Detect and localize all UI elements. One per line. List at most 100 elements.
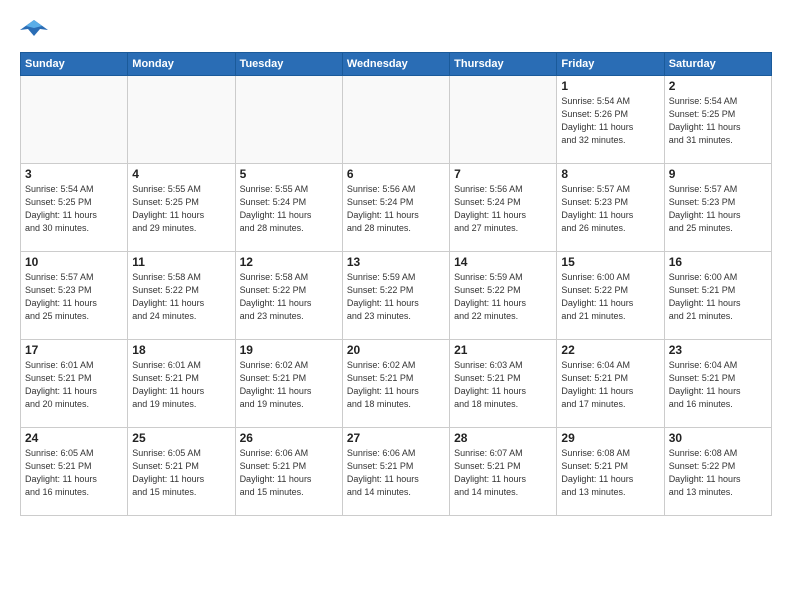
day-number: 7 bbox=[454, 167, 552, 181]
day-number: 2 bbox=[669, 79, 767, 93]
calendar-week-0: 1Sunrise: 5:54 AM Sunset: 5:26 PM Daylig… bbox=[21, 76, 772, 164]
calendar-week-1: 3Sunrise: 5:54 AM Sunset: 5:25 PM Daylig… bbox=[21, 164, 772, 252]
calendar-cell: 28 Sunrise: 6:07 AM Sunset: 5:21 PM Dayli… bbox=[450, 428, 557, 516]
day-number: 4 bbox=[132, 167, 230, 181]
header bbox=[20, 16, 772, 40]
calendar-cell: 14 Sunrise: 5:59 AM Sunset: 5:22 PM Dayli… bbox=[450, 252, 557, 340]
calendar-header-row: SundayMondayTuesdayWednesdayThursdayFrid… bbox=[21, 53, 772, 76]
calendar-cell bbox=[21, 76, 128, 164]
calendar-cell: 2 Sunrise: 5:54 AM Sunset: 5:25 PM Daylig… bbox=[664, 76, 771, 164]
header-day-saturday: Saturday bbox=[664, 53, 771, 76]
day-info: Sunrise: 6:02 AM Sunset: 5:21 PM Dayligh… bbox=[347, 359, 445, 411]
calendar-cell bbox=[128, 76, 235, 164]
day-info: Sunrise: 5:54 AM Sunset: 5:25 PM Dayligh… bbox=[25, 183, 123, 235]
calendar-week-3: 17 Sunrise: 6:01 AM Sunset: 5:21 PM Dayli… bbox=[21, 340, 772, 428]
calendar-cell: 30 Sunrise: 6:08 AM Sunset: 5:22 PM Dayli… bbox=[664, 428, 771, 516]
day-info: Sunrise: 6:04 AM Sunset: 5:21 PM Dayligh… bbox=[561, 359, 659, 411]
day-number: 8 bbox=[561, 167, 659, 181]
calendar-cell: 24 Sunrise: 6:05 AM Sunset: 5:21 PM Dayli… bbox=[21, 428, 128, 516]
calendar-cell: 13 Sunrise: 5:59 AM Sunset: 5:22 PM Dayli… bbox=[342, 252, 449, 340]
day-info: Sunrise: 5:57 AM Sunset: 5:23 PM Dayligh… bbox=[561, 183, 659, 235]
day-info: Sunrise: 6:08 AM Sunset: 5:22 PM Dayligh… bbox=[669, 447, 767, 499]
day-number: 20 bbox=[347, 343, 445, 357]
header-day-friday: Friday bbox=[557, 53, 664, 76]
day-info: Sunrise: 5:59 AM Sunset: 5:22 PM Dayligh… bbox=[454, 271, 552, 323]
day-info: Sunrise: 6:01 AM Sunset: 5:21 PM Dayligh… bbox=[132, 359, 230, 411]
day-info: Sunrise: 6:00 AM Sunset: 5:22 PM Dayligh… bbox=[561, 271, 659, 323]
calendar-cell: 8 Sunrise: 5:57 AM Sunset: 5:23 PM Daylig… bbox=[557, 164, 664, 252]
day-number: 5 bbox=[240, 167, 338, 181]
day-info: Sunrise: 6:04 AM Sunset: 5:21 PM Dayligh… bbox=[669, 359, 767, 411]
day-info: Sunrise: 5:56 AM Sunset: 5:24 PM Dayligh… bbox=[347, 183, 445, 235]
day-number: 30 bbox=[669, 431, 767, 445]
day-info: Sunrise: 5:59 AM Sunset: 5:22 PM Dayligh… bbox=[347, 271, 445, 323]
day-info: Sunrise: 5:55 AM Sunset: 5:25 PM Dayligh… bbox=[132, 183, 230, 235]
day-number: 27 bbox=[347, 431, 445, 445]
day-number: 17 bbox=[25, 343, 123, 357]
day-info: Sunrise: 5:56 AM Sunset: 5:24 PM Dayligh… bbox=[454, 183, 552, 235]
day-info: Sunrise: 6:08 AM Sunset: 5:21 PM Dayligh… bbox=[561, 447, 659, 499]
calendar-cell bbox=[342, 76, 449, 164]
calendar-cell: 6Sunrise: 5:56 AM Sunset: 5:24 PM Daylig… bbox=[342, 164, 449, 252]
day-info: Sunrise: 5:57 AM Sunset: 5:23 PM Dayligh… bbox=[669, 183, 767, 235]
day-number: 14 bbox=[454, 255, 552, 269]
calendar-week-2: 10 Sunrise: 5:57 AM Sunset: 5:23 PM Dayli… bbox=[21, 252, 772, 340]
day-number: 19 bbox=[240, 343, 338, 357]
logo-bird-icon bbox=[20, 16, 48, 40]
day-number: 16 bbox=[669, 255, 767, 269]
header-day-monday: Monday bbox=[128, 53, 235, 76]
day-number: 10 bbox=[25, 255, 123, 269]
day-info: Sunrise: 6:05 AM Sunset: 5:21 PM Dayligh… bbox=[132, 447, 230, 499]
calendar-cell: 26Sunrise: 6:06 AM Sunset: 5:21 PM Dayli… bbox=[235, 428, 342, 516]
day-info: Sunrise: 5:58 AM Sunset: 5:22 PM Dayligh… bbox=[240, 271, 338, 323]
calendar-cell: 12 Sunrise: 5:58 AM Sunset: 5:22 PM Dayli… bbox=[235, 252, 342, 340]
calendar-cell: 20 Sunrise: 6:02 AM Sunset: 5:21 PM Dayli… bbox=[342, 340, 449, 428]
page: SundayMondayTuesdayWednesdayThursdayFrid… bbox=[0, 0, 792, 612]
day-number: 28 bbox=[454, 431, 552, 445]
header-day-tuesday: Tuesday bbox=[235, 53, 342, 76]
day-number: 26 bbox=[240, 431, 338, 445]
calendar-cell: 7 Sunrise: 5:56 AM Sunset: 5:24 PM Daylig… bbox=[450, 164, 557, 252]
day-number: 18 bbox=[132, 343, 230, 357]
day-info: Sunrise: 6:00 AM Sunset: 5:21 PM Dayligh… bbox=[669, 271, 767, 323]
day-info: Sunrise: 6:03 AM Sunset: 5:21 PM Dayligh… bbox=[454, 359, 552, 411]
header-day-wednesday: Wednesday bbox=[342, 53, 449, 76]
day-number: 23 bbox=[669, 343, 767, 357]
day-number: 15 bbox=[561, 255, 659, 269]
calendar-cell: 3Sunrise: 5:54 AM Sunset: 5:25 PM Daylig… bbox=[21, 164, 128, 252]
calendar-cell: 18 Sunrise: 6:01 AM Sunset: 5:21 PM Dayli… bbox=[128, 340, 235, 428]
calendar-cell: 25 Sunrise: 6:05 AM Sunset: 5:21 PM Dayli… bbox=[128, 428, 235, 516]
day-info: Sunrise: 6:02 AM Sunset: 5:21 PM Dayligh… bbox=[240, 359, 338, 411]
calendar-week-4: 24 Sunrise: 6:05 AM Sunset: 5:21 PM Dayli… bbox=[21, 428, 772, 516]
day-number: 12 bbox=[240, 255, 338, 269]
calendar-table: SundayMondayTuesdayWednesdayThursdayFrid… bbox=[20, 52, 772, 516]
calendar-cell: 1Sunrise: 5:54 AM Sunset: 5:26 PM Daylig… bbox=[557, 76, 664, 164]
day-info: Sunrise: 5:58 AM Sunset: 5:22 PM Dayligh… bbox=[132, 271, 230, 323]
day-info: Sunrise: 6:05 AM Sunset: 5:21 PM Dayligh… bbox=[25, 447, 123, 499]
day-number: 13 bbox=[347, 255, 445, 269]
calendar-cell: 22 Sunrise: 6:04 AM Sunset: 5:21 PM Dayli… bbox=[557, 340, 664, 428]
calendar-cell: 19 Sunrise: 6:02 AM Sunset: 5:21 PM Dayli… bbox=[235, 340, 342, 428]
day-number: 22 bbox=[561, 343, 659, 357]
calendar-cell: 21 Sunrise: 6:03 AM Sunset: 5:21 PM Dayli… bbox=[450, 340, 557, 428]
day-info: Sunrise: 6:07 AM Sunset: 5:21 PM Dayligh… bbox=[454, 447, 552, 499]
day-number: 11 bbox=[132, 255, 230, 269]
calendar-cell: 16 Sunrise: 6:00 AM Sunset: 5:21 PM Dayli… bbox=[664, 252, 771, 340]
calendar-cell: 17 Sunrise: 6:01 AM Sunset: 5:21 PM Dayli… bbox=[21, 340, 128, 428]
calendar-cell: 29Sunrise: 6:08 AM Sunset: 5:21 PM Dayli… bbox=[557, 428, 664, 516]
day-number: 21 bbox=[454, 343, 552, 357]
calendar-cell: 11 Sunrise: 5:58 AM Sunset: 5:22 PM Dayli… bbox=[128, 252, 235, 340]
day-info: Sunrise: 5:57 AM Sunset: 5:23 PM Dayligh… bbox=[25, 271, 123, 323]
day-info: Sunrise: 5:55 AM Sunset: 5:24 PM Dayligh… bbox=[240, 183, 338, 235]
day-info: Sunrise: 6:01 AM Sunset: 5:21 PM Dayligh… bbox=[25, 359, 123, 411]
day-number: 24 bbox=[25, 431, 123, 445]
calendar-cell: 27Sunrise: 6:06 AM Sunset: 5:21 PM Dayli… bbox=[342, 428, 449, 516]
calendar-cell bbox=[450, 76, 557, 164]
header-day-thursday: Thursday bbox=[450, 53, 557, 76]
calendar-cell: 23 Sunrise: 6:04 AM Sunset: 5:21 PM Dayli… bbox=[664, 340, 771, 428]
day-info: Sunrise: 5:54 AM Sunset: 5:25 PM Dayligh… bbox=[669, 95, 767, 147]
header-day-sunday: Sunday bbox=[21, 53, 128, 76]
calendar-cell: 5 Sunrise: 5:55 AM Sunset: 5:24 PM Daylig… bbox=[235, 164, 342, 252]
day-number: 25 bbox=[132, 431, 230, 445]
logo bbox=[20, 16, 52, 40]
